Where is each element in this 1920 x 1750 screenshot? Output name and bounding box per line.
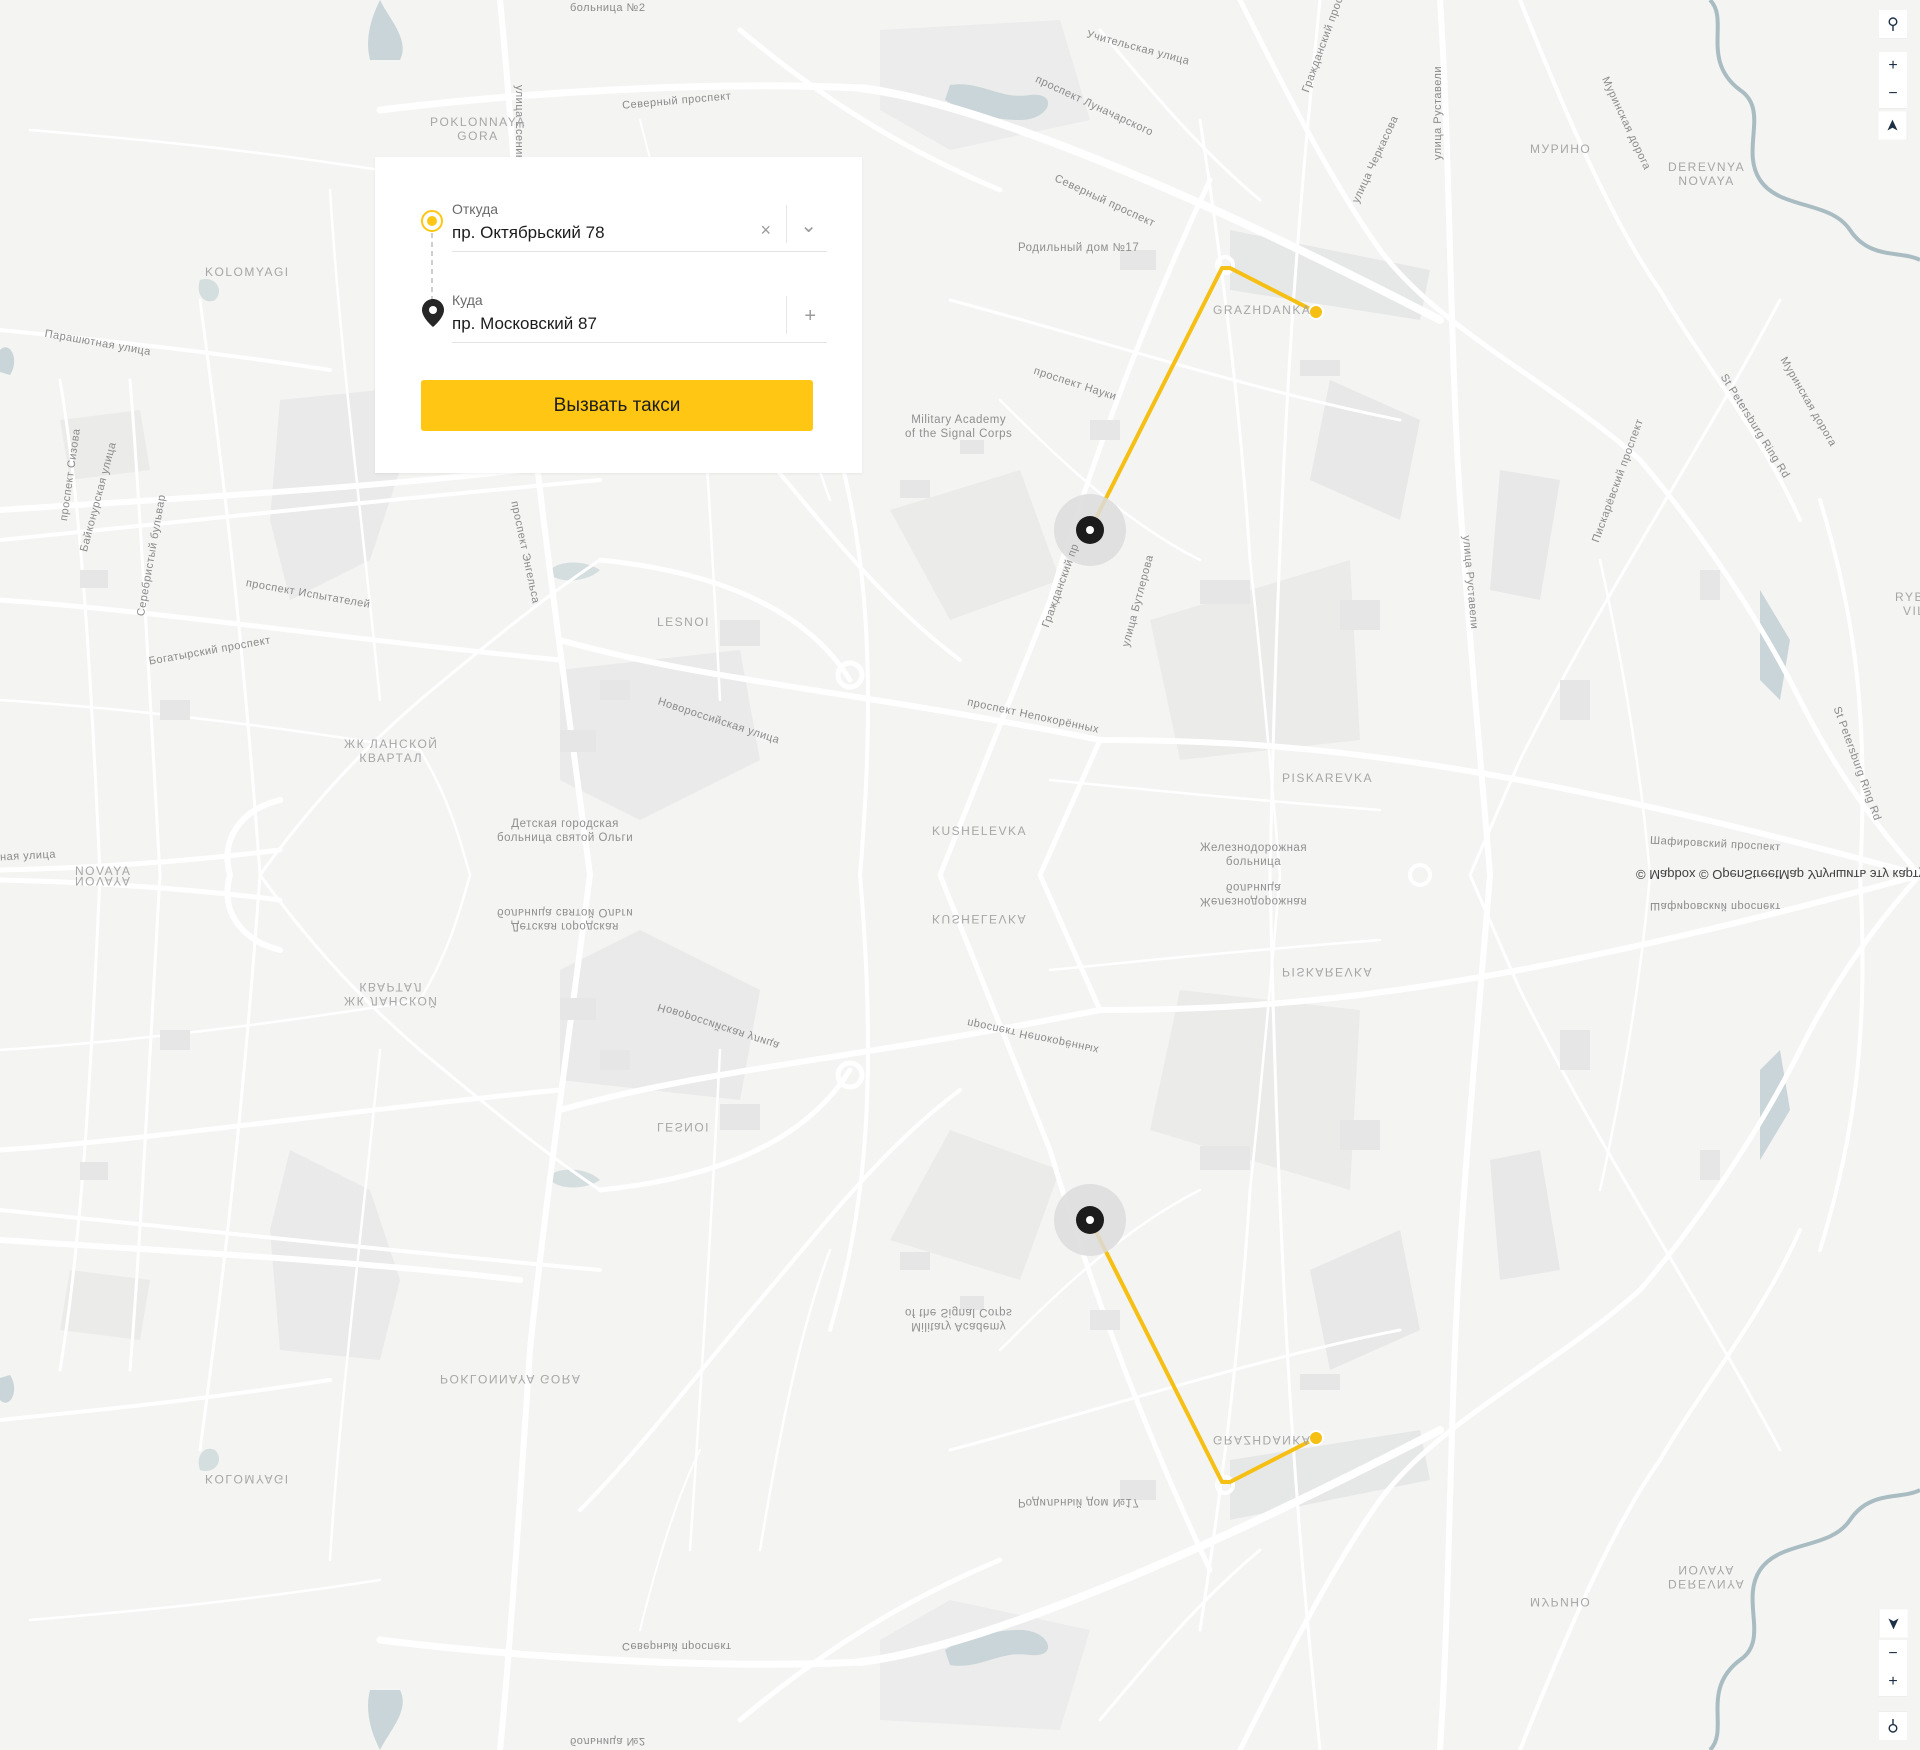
- from-caption: Откуда: [452, 201, 499, 217]
- poi-label: Детская городская больница святой Ольги: [497, 818, 634, 844]
- district-label: POKLONNAYA GORA: [440, 1372, 582, 1386]
- field-divider: [786, 205, 787, 243]
- poi-label: Military Academy of the Signal Corps: [905, 414, 1013, 440]
- map[interactable]: больница №2 улица Есенина Северный просп…: [0, 0, 1920, 1750]
- compass-icon[interactable]: ➤: [1878, 1609, 1908, 1638]
- order-panel: Откуда пр. Октябрьский 78 × ⌄ Куда пр. М…: [375, 157, 862, 473]
- zoom-in-button[interactable]: +: [1879, 52, 1907, 81]
- poi-label: Железнодорожная больница: [1200, 881, 1308, 907]
- district-label: KOLOMYAGI: [205, 265, 290, 279]
- from-input[interactable]: пр. Октябрьский 78: [452, 223, 605, 243]
- district-label: PISKAREVKA: [1282, 771, 1374, 785]
- map-label: улица Руставели: [1432, 65, 1444, 160]
- district-label: DEREVNYA NOVAYA: [1668, 160, 1746, 188]
- district-label: NOVAYA: [75, 874, 132, 888]
- zoom-in-button[interactable]: +: [1879, 1668, 1907, 1697]
- map-label: Шафировский проспект: [1650, 900, 1781, 912]
- call-taxi-button[interactable]: Вызвать такси: [421, 380, 813, 431]
- district-label: МУРИНО: [1530, 142, 1592, 156]
- district-label: GRAZHDANKA: [1213, 303, 1312, 317]
- zoom-out-button[interactable]: −: [1879, 80, 1907, 109]
- map-attribution[interactable]: © Mapbox © OpenStreetMap Улучшить эту ка…: [1636, 867, 1920, 882]
- poi-label: Железнодорожная больница: [1200, 842, 1308, 868]
- district-label: ЖК ЛАНСКОЙ КВАРТАЛ: [344, 980, 439, 1008]
- chevron-down-icon[interactable]: ⌄: [800, 213, 817, 238]
- district-label: KUSHELEVKA: [932, 824, 1028, 838]
- map-label: Северный проспект: [622, 1640, 732, 1652]
- field-divider: [786, 296, 787, 334]
- district-label: ЖК ЛАНСКОЙ КВАРТАЛ: [344, 737, 439, 765]
- district-label: LESNOI: [657, 615, 711, 629]
- search-icon[interactable]: ⚲: [1879, 10, 1907, 39]
- to-field[interactable]: Куда пр. Московский 87 +: [452, 292, 827, 343]
- district-label: KUSHELEVKA: [932, 912, 1028, 926]
- district-label: PISKAREVKA: [1282, 965, 1374, 979]
- compass-icon[interactable]: ➤: [1878, 111, 1908, 140]
- district-label: DEREVNYA NOVAYA: [1668, 1563, 1746, 1591]
- clear-icon[interactable]: ×: [760, 220, 771, 241]
- district-label: МУРИНО: [1530, 1595, 1592, 1609]
- from-field[interactable]: Откуда пр. Октябрьский 78 × ⌄: [452, 201, 827, 252]
- poi-label: Родильный дом №17: [1018, 242, 1140, 254]
- poi-label: Military Academy of the Signal Corps: [905, 1306, 1013, 1332]
- map-label: больница №2: [570, 1735, 646, 1747]
- poi-label: Детская городская больница святой Ольги: [497, 906, 634, 932]
- zoom-out-button[interactable]: −: [1879, 1640, 1907, 1669]
- district-label: RYBA VIL: [1895, 590, 1920, 618]
- to-input[interactable]: пр. Московский 87: [452, 314, 597, 334]
- district-label: POKLONNAYA GORA: [430, 115, 526, 143]
- destination-pin-icon: [422, 299, 444, 332]
- map-label: больница №2: [570, 2, 646, 14]
- poi-label: Родильный дом №17: [1018, 1496, 1140, 1508]
- district-label: GRAZHDANKA: [1213, 1433, 1312, 1447]
- to-caption: Куда: [452, 292, 483, 308]
- add-stop-icon[interactable]: +: [804, 305, 816, 328]
- district-label: KOLOMYAGI: [205, 1472, 290, 1486]
- district-label: LESNOI: [657, 1120, 711, 1134]
- search-icon[interactable]: ⚲: [1879, 1711, 1907, 1740]
